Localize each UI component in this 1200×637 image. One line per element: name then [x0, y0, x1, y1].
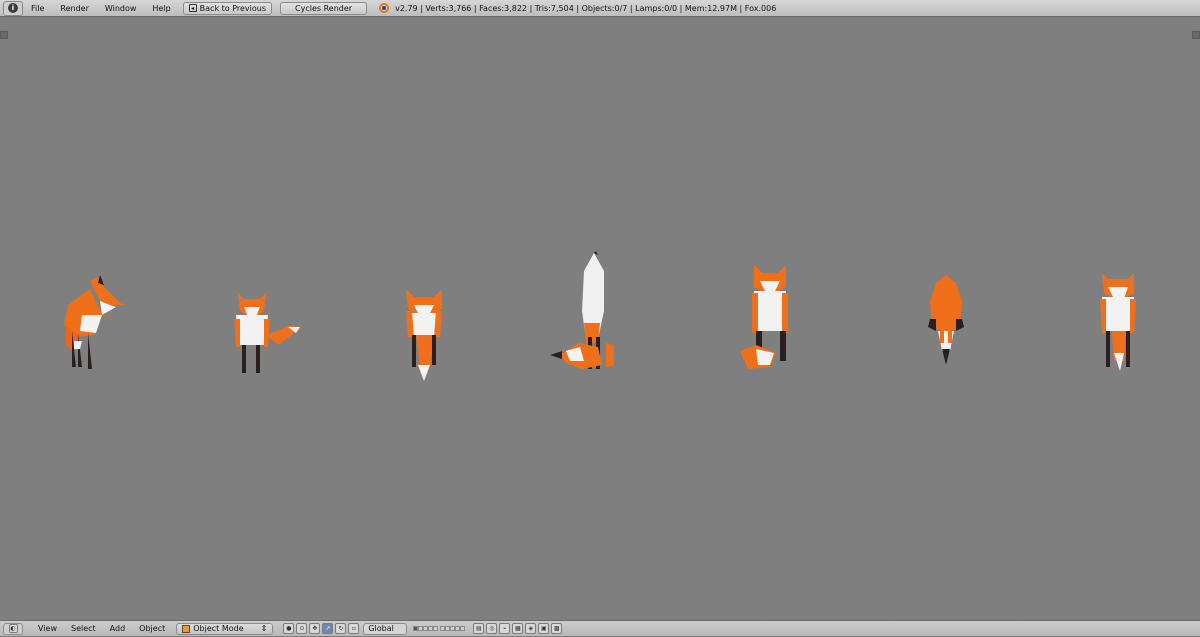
fox-model-front[interactable] — [1096, 271, 1142, 375]
editor-type-button-3dview[interactable]: ◐ — [3, 622, 23, 635]
menu-file[interactable]: File — [23, 0, 52, 17]
render-engine-label: Cycles Render — [295, 3, 353, 13]
object-mode-select[interactable]: Object Mode ⇕ — [176, 622, 274, 635]
menu-window[interactable]: Window — [97, 0, 145, 17]
dropdown-arrows-icon: ⇕ — [260, 624, 268, 633]
3d-view-header: ◐ View Select Add Object Object Mode ⇕ ●… — [0, 620, 1200, 636]
editor-type-button[interactable]: i — [3, 0, 23, 16]
snap-target-icon[interactable]: ◈ — [525, 623, 537, 634]
area-split-handle-right[interactable] — [1192, 31, 1200, 39]
layer-10[interactable] — [460, 626, 466, 631]
menu-add[interactable]: Add — [103, 621, 133, 637]
menu-view[interactable]: View — [31, 621, 64, 637]
proportional-edit-icon[interactable]: ◎ — [486, 623, 498, 634]
scale-manipulator-icon[interactable]: ▫ — [348, 623, 360, 634]
snap-icon[interactable]: ⌁ — [499, 623, 511, 634]
lock-camera-icon[interactable]: ▤ — [473, 623, 485, 634]
transform-orientation-label: Global — [368, 624, 394, 633]
pivot-point-icon[interactable]: ⊙ — [296, 623, 308, 634]
fox-model-side[interactable] — [60, 275, 130, 375]
fox-model-sitting[interactable] — [736, 261, 796, 373]
fox-model-front-tail[interactable] — [230, 289, 305, 379]
menu-select[interactable]: Select — [64, 621, 103, 637]
render-opengl-icon[interactable]: ▣ — [538, 623, 550, 634]
area-split-handle-left[interactable] — [0, 31, 8, 39]
snap-element-icon[interactable]: ▦ — [512, 623, 524, 634]
view3d-icon: ◐ — [8, 624, 18, 633]
rotate-manipulator-icon[interactable]: ↻ — [335, 623, 347, 634]
layer-buttons[interactable] — [413, 626, 466, 631]
back-arrow-icon: ◂ — [188, 4, 197, 12]
back-to-previous-label: Back to Previous — [199, 3, 267, 13]
layer-5[interactable] — [433, 626, 439, 631]
3d-viewport[interactable] — [0, 17, 1200, 620]
menu-render[interactable]: Render — [52, 0, 96, 17]
render-engine-select[interactable]: Cycles Render — [280, 1, 368, 15]
scene-stats: v2.79 | Verts:3,766 | Faces:3,822 | Tris… — [395, 3, 777, 13]
translate-manipulator-icon[interactable]: ↗ — [322, 623, 334, 634]
fox-model-back[interactable] — [548, 251, 623, 373]
transform-orientation-select[interactable]: Global — [363, 622, 408, 635]
back-to-previous-button[interactable]: ◂ Back to Previous — [182, 1, 273, 15]
fox-model-top[interactable] — [924, 271, 968, 371]
info-header: i File Render Window Help ◂ Back to Prev… — [0, 0, 1200, 17]
manipulator-toggle-icon[interactable]: ✥ — [309, 623, 321, 634]
fox-model-front-low[interactable] — [400, 287, 450, 387]
viewport-shading-icon[interactable]: ● — [283, 623, 295, 634]
blender-logo-icon — [379, 3, 390, 13]
render-animation-icon[interactable]: ▩ — [551, 623, 563, 634]
menu-object[interactable]: Object — [132, 621, 172, 637]
info-icon: i — [8, 3, 18, 13]
object-cube-icon — [182, 624, 191, 633]
menu-help[interactable]: Help — [144, 0, 178, 17]
object-mode-label: Object Mode — [193, 624, 244, 633]
